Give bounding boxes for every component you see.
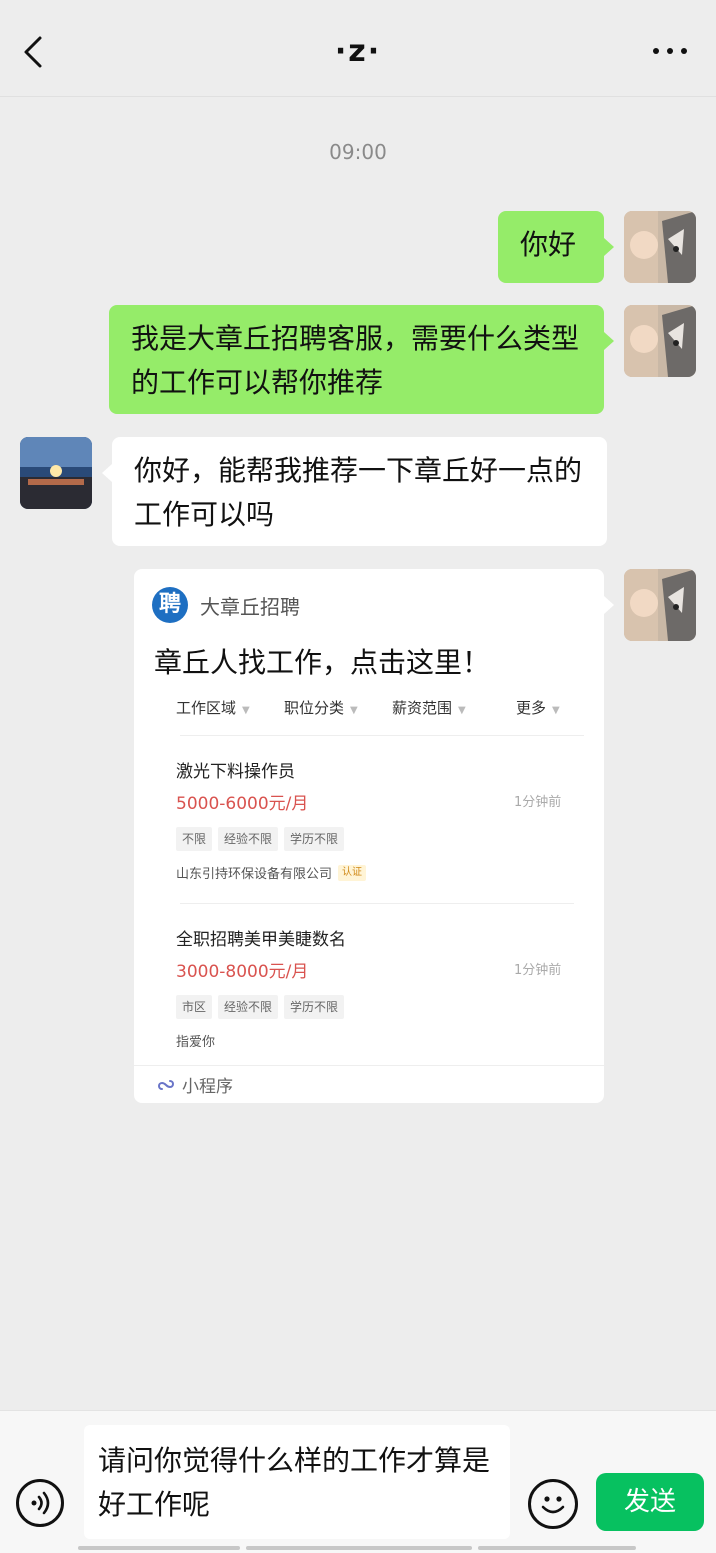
caret-down-icon: ▼ <box>350 705 358 716</box>
caret-down-icon: ▼ <box>552 705 560 716</box>
my-avatar[interactable] <box>624 569 696 641</box>
brand-logo: 聘 <box>152 587 188 623</box>
message-bubble-outgoing[interactable]: 你好 <box>498 211 604 283</box>
job-time: 1分钟前 <box>514 963 562 978</box>
job-tags: 不限 经验不限 学历不限 <box>176 827 345 851</box>
filter-more: 更多 ▼ <box>516 699 560 717</box>
mini-program-icon <box>158 1079 174 1090</box>
job-tag: 不限 <box>176 827 213 851</box>
job-salary: 3000-8000元/月 <box>176 962 309 982</box>
job-title: 激光下料操作员 <box>176 762 295 782</box>
contact-avatar[interactable] <box>20 437 92 509</box>
voice-icon <box>31 1491 50 1515</box>
caret-down-icon: ▼ <box>458 705 466 716</box>
filter-category: 职位分类 ▼ <box>284 699 358 717</box>
top-bar: ·z· <box>0 0 716 97</box>
job-salary: 5000-6000元/月 <box>176 794 309 814</box>
job-tags: 市区 经验不限 学历不限 <box>176 995 345 1019</box>
emoji-button[interactable] <box>528 1479 578 1529</box>
card-header: 聘 大章丘招聘 <box>152 587 300 623</box>
my-avatar[interactable] <box>624 211 696 283</box>
bubble-tail <box>102 464 112 482</box>
message-timestamp: 09:00 <box>329 140 387 164</box>
job-tag: 经验不限 <box>218 995 279 1019</box>
company-name: 山东引持环保设备有限公司 <box>176 867 333 882</box>
bubble-tail <box>604 238 614 256</box>
message-bubble-incoming[interactable]: 你好，能帮我推荐一下章丘好一点的工作可以吗 <box>112 437 607 546</box>
divider <box>180 903 574 904</box>
divider <box>180 735 584 736</box>
mini-program-card[interactable]: 聘 大章丘招聘 章丘人找工作，点击这里！ 工作区域 ▼ 职位分类 ▼ 薪资范围 ▼ 更… <box>134 569 604 1103</box>
company-row: 指爱你 <box>176 1031 215 1050</box>
job-tag: 经验不限 <box>218 827 279 851</box>
message-bubble-outgoing[interactable]: 我是大章丘招聘客服，需要什么类型的工作可以帮你推荐 <box>109 305 604 414</box>
send-button[interactable]: 发送 <box>596 1473 704 1531</box>
chat-title: ·z· <box>334 34 382 69</box>
more-options-icon[interactable] <box>650 44 690 58</box>
filter-area: 工作区域 ▼ <box>176 699 250 717</box>
brand-name: 大章丘招聘 <box>200 594 300 619</box>
card-title: 章丘人找工作，点击这里！ <box>154 646 491 679</box>
job-tag: 学历不限 <box>284 827 345 851</box>
card-footer: 小程序 <box>134 1065 604 1103</box>
job-tag: 学历不限 <box>284 995 345 1019</box>
mini-program-label: 小程序 <box>182 1077 233 1097</box>
caret-down-icon: ▼ <box>242 705 250 716</box>
filter-bar: 工作区域 ▼ 职位分类 ▼ 薪资范围 ▼ 更多 ▼ <box>176 697 576 721</box>
verified-badge: 认证 <box>338 864 367 881</box>
company-name: 指爱你 <box>176 1035 216 1050</box>
job-time: 1分钟前 <box>514 795 562 810</box>
company-row: 山东引持环保设备有限公司 认证 <box>176 863 367 882</box>
message-input[interactable]: 请问你觉得什么样的工作才算是好工作呢 <box>84 1425 510 1539</box>
message-text: 我是大章丘招聘客服，需要什么类型的工作可以帮你推荐 <box>131 322 580 399</box>
job-title: 全职招聘美甲美睫数名 <box>176 930 346 950</box>
voice-input-button[interactable] <box>16 1479 64 1527</box>
input-bar: 请问你觉得什么样的工作才算是好工作呢 发送 <box>0 1410 716 1553</box>
scroll-indicator <box>246 1546 472 1550</box>
my-avatar[interactable] <box>624 305 696 377</box>
job-tag: 市区 <box>176 995 213 1019</box>
bubble-tail <box>604 332 614 350</box>
scroll-indicator <box>478 1546 636 1550</box>
message-text: 你好，能帮我推荐一下章丘好一点的工作可以吗 <box>134 454 583 531</box>
scroll-indicator <box>78 1546 240 1550</box>
smiley-icon <box>541 1496 565 1514</box>
filter-salary: 薪资范围 ▼ <box>392 699 466 717</box>
bubble-tail <box>604 596 614 614</box>
message-text: 你好 <box>520 228 577 261</box>
